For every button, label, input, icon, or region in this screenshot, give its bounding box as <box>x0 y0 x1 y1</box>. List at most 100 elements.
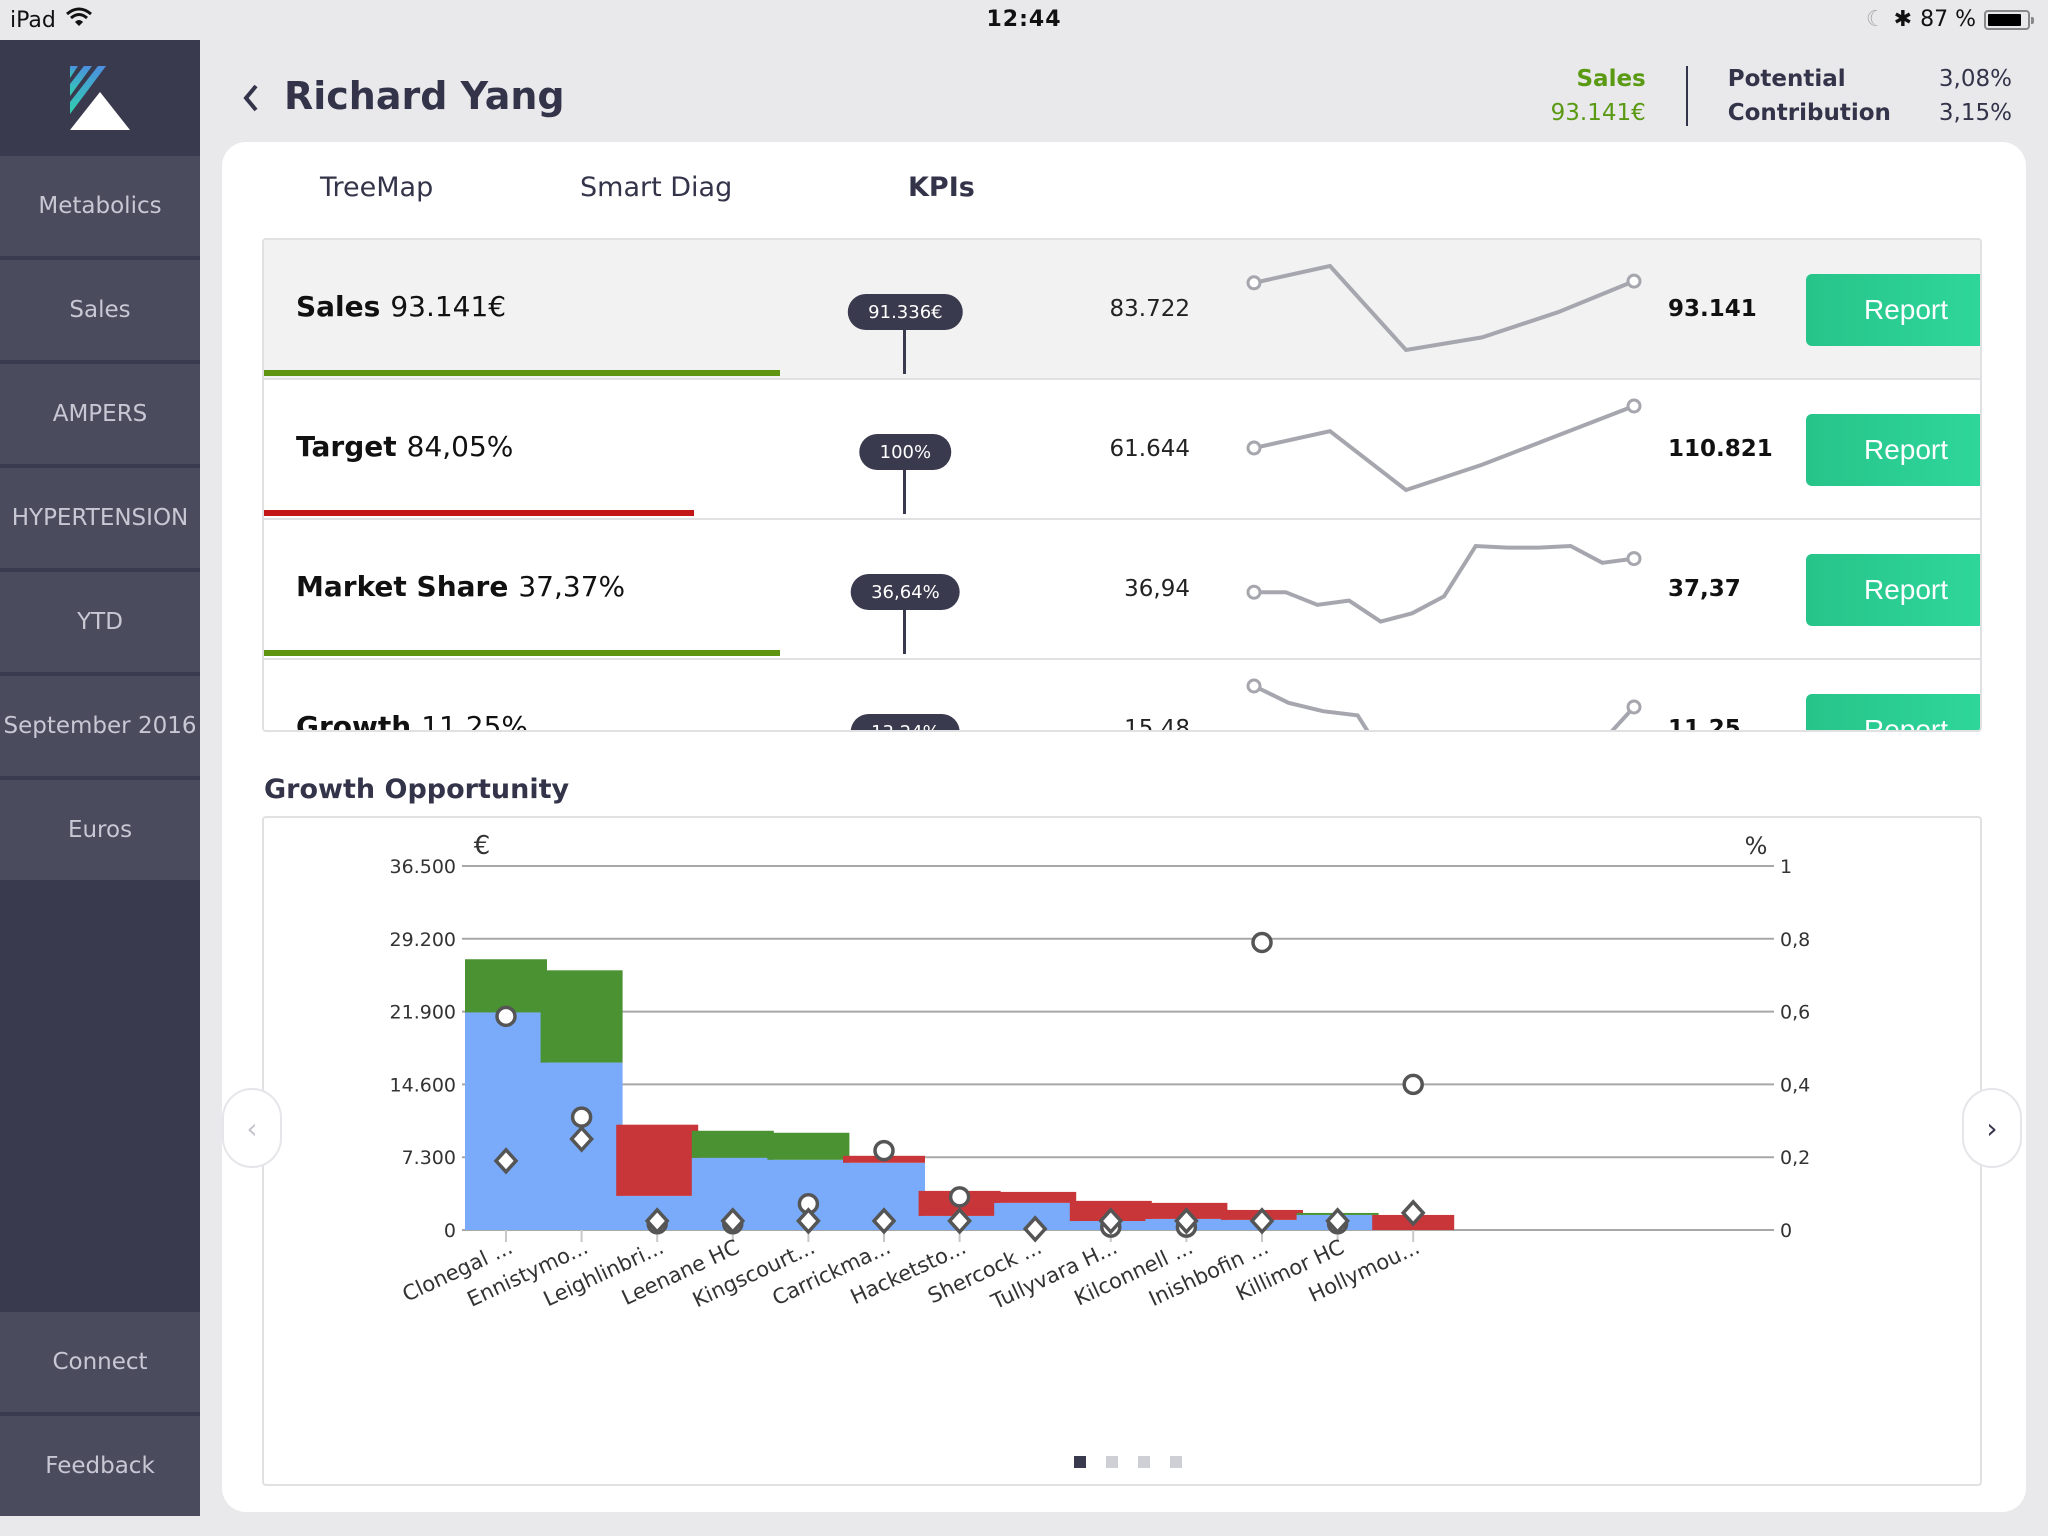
kpi-row[interactable]: Sales 93.141€ 91.336€ 83.722 93.141 Repor… <box>264 240 1980 380</box>
kpi-name: Market Share <box>296 570 509 603</box>
y-tick-label: 7.300 <box>402 1147 456 1169</box>
y2-tick-label: 0,8 <box>1780 929 1810 951</box>
y-tick-label: 29.200 <box>390 929 456 951</box>
page-dot[interactable] <box>1170 1456 1182 1468</box>
kpi-list[interactable]: Sales 93.141€ 91.336€ 83.722 93.141 Repor… <box>262 238 1982 732</box>
kpi-row[interactable]: Target 84,05% 100% 61.644 110.821 Report <box>264 380 1980 520</box>
kpi-end-value: 37,37 <box>1668 576 1741 602</box>
kpi-row[interactable]: Growth 11,25% 13,24% 15,48 11,25 Report <box>264 660 1980 732</box>
kpi-value: 11,25% <box>421 710 528 732</box>
chevron-right-icon: › <box>1986 1111 1998 1145</box>
sparkline-end-point <box>1626 699 1642 715</box>
kpi-value: 84,05% <box>406 430 514 463</box>
sales-value: 93.141€ <box>1550 100 1646 126</box>
battery-percent: 87 % <box>1920 7 1976 32</box>
kpi-sparkline <box>1246 263 1642 353</box>
kpi-label: Target 84,05% <box>296 430 513 463</box>
page-title: Richard Yang <box>284 74 565 118</box>
kpi-end-value: 93.141 <box>1668 296 1757 322</box>
sidebar-item-ytd[interactable]: YTD <box>0 572 200 672</box>
tab-bar: TreeMap Smart Diag KPIs <box>222 172 2026 232</box>
tab-treemap[interactable]: TreeMap <box>320 172 433 203</box>
kpi-label: Growth 11,25% <box>296 710 528 732</box>
sidebar-item-sales[interactable]: Sales <box>0 260 200 360</box>
report-button[interactable]: Report <box>1806 414 1980 486</box>
y2-tick-label: 0 <box>1780 1220 1792 1242</box>
potential-value: 3,08% <box>1938 66 2012 92</box>
kpi-progress-bar <box>264 510 694 516</box>
page-dot[interactable] <box>1106 1456 1118 1468</box>
circle-marker <box>948 1186 971 1208</box>
report-button[interactable]: Report <box>1806 274 1980 346</box>
contribution-value: 3,15% <box>1938 100 2012 126</box>
app-logo[interactable] <box>0 40 200 156</box>
y2-tick-label: 1 <box>1780 856 1792 878</box>
chart-next-button[interactable]: › <box>1962 1088 2022 1168</box>
y-tick-label: 36.500 <box>390 856 456 878</box>
sales-label: Sales <box>1576 66 1646 92</box>
bar-gap-negative <box>616 1124 699 1196</box>
circle-marker <box>495 1005 517 1028</box>
sidebar-item-ampers[interactable]: AMPERS <box>0 364 200 464</box>
sidebar-item-metabolics[interactable]: Metabolics <box>0 156 200 256</box>
sparkline-end-point <box>1626 273 1642 289</box>
sparkline-start-point <box>1246 440 1262 456</box>
bar-gap-positive <box>465 959 547 1013</box>
tab-kpis[interactable]: KPIs <box>908 172 975 203</box>
y2-tick-label: 0,6 <box>1780 1002 1810 1024</box>
sparkline-path <box>1253 404 1635 493</box>
report-button[interactable]: Report <box>1806 694 1980 730</box>
section-title: Growth Opportunity <box>264 774 570 805</box>
bar-sales <box>465 1012 547 1230</box>
benchmark-badge: 13,24% <box>851 714 960 730</box>
sparkline-path <box>1253 263 1635 353</box>
sidebar-item-feedback[interactable]: Feedback <box>0 1416 200 1516</box>
chart-prev-button[interactable]: ‹ <box>222 1088 282 1168</box>
sidebar-item-hypertension[interactable]: HYPERTENSION <box>0 468 200 568</box>
y-tick-label: 14.600 <box>390 1074 456 1096</box>
y-tick-label: 21.900 <box>390 1002 456 1024</box>
benchmark-badge: 100% <box>859 434 952 470</box>
sidebar-item-connect[interactable]: Connect <box>0 1312 200 1412</box>
sparkline-path <box>1254 543 1635 624</box>
sidebar-item-september-2016[interactable]: September 2016 <box>0 676 200 776</box>
kpi-progress-bar <box>264 370 780 376</box>
sidebar: Metabolics Sales AMPERS HYPERTENSION YTD Sept… <box>0 40 200 1516</box>
kpi-end-value: 110.821 <box>1668 436 1773 462</box>
page-dot[interactable] <box>1074 1456 1086 1468</box>
page-dot[interactable] <box>1138 1456 1150 1468</box>
main-panel: TreeMap Smart Diag KPIs Sales 93.141€ 91.… <box>222 142 2026 1512</box>
kpi-row[interactable]: Market Share 37,37% 36,64% 36,94 37,37 Re… <box>264 520 1980 660</box>
kpi-progress-bar <box>264 650 780 656</box>
kpi-label: Sales 93.141€ <box>296 290 506 323</box>
back-chevron-icon[interactable] <box>240 78 262 118</box>
summary-stats: Sales 93.141€ Potential 3,08% Contributi… <box>1551 66 2012 126</box>
bar-gap-negative <box>994 1191 1077 1203</box>
report-button[interactable]: Report <box>1806 554 1980 626</box>
kpi-name: Sales <box>296 290 381 323</box>
sparkline-path <box>1253 684 1636 730</box>
circle-marker <box>570 1106 593 1128</box>
kpi-name: Growth <box>296 710 412 732</box>
y-tick-label: 0 <box>444 1220 456 1242</box>
circle-marker <box>1402 1073 1424 1096</box>
contribution-label: Contribution <box>1727 100 1891 126</box>
benchmark-badge: 36,64% <box>851 574 960 610</box>
battery-icon <box>1984 9 2034 30</box>
y2-axis-unit: % <box>1745 832 1768 860</box>
tab-smart-diag[interactable]: Smart Diag <box>580 172 732 203</box>
kpi-start-value: 61.644 <box>1109 436 1190 462</box>
y2-tick-label: 0,4 <box>1780 1074 1810 1096</box>
sparkline-start-point <box>1246 584 1262 600</box>
circle-marker <box>1251 931 1273 954</box>
bar-gap-positive <box>540 970 623 1063</box>
kpi-sparkline <box>1246 678 1642 730</box>
circle-marker <box>873 1139 895 1162</box>
divider <box>1685 66 1688 126</box>
sidebar-item-euros[interactable]: Euros <box>0 780 200 880</box>
clock: 12:44 <box>986 7 1062 32</box>
chevron-left-icon: ‹ <box>246 1111 258 1145</box>
growth-chart-container: 0 0 7.300 0,2 14.600 0,4 21.900 0,6 29.200 0,8 36.… <box>222 816 2022 1486</box>
kpi-value: 93.141€ <box>390 290 507 323</box>
bluetooth-icon: ✱ <box>1893 7 1913 32</box>
